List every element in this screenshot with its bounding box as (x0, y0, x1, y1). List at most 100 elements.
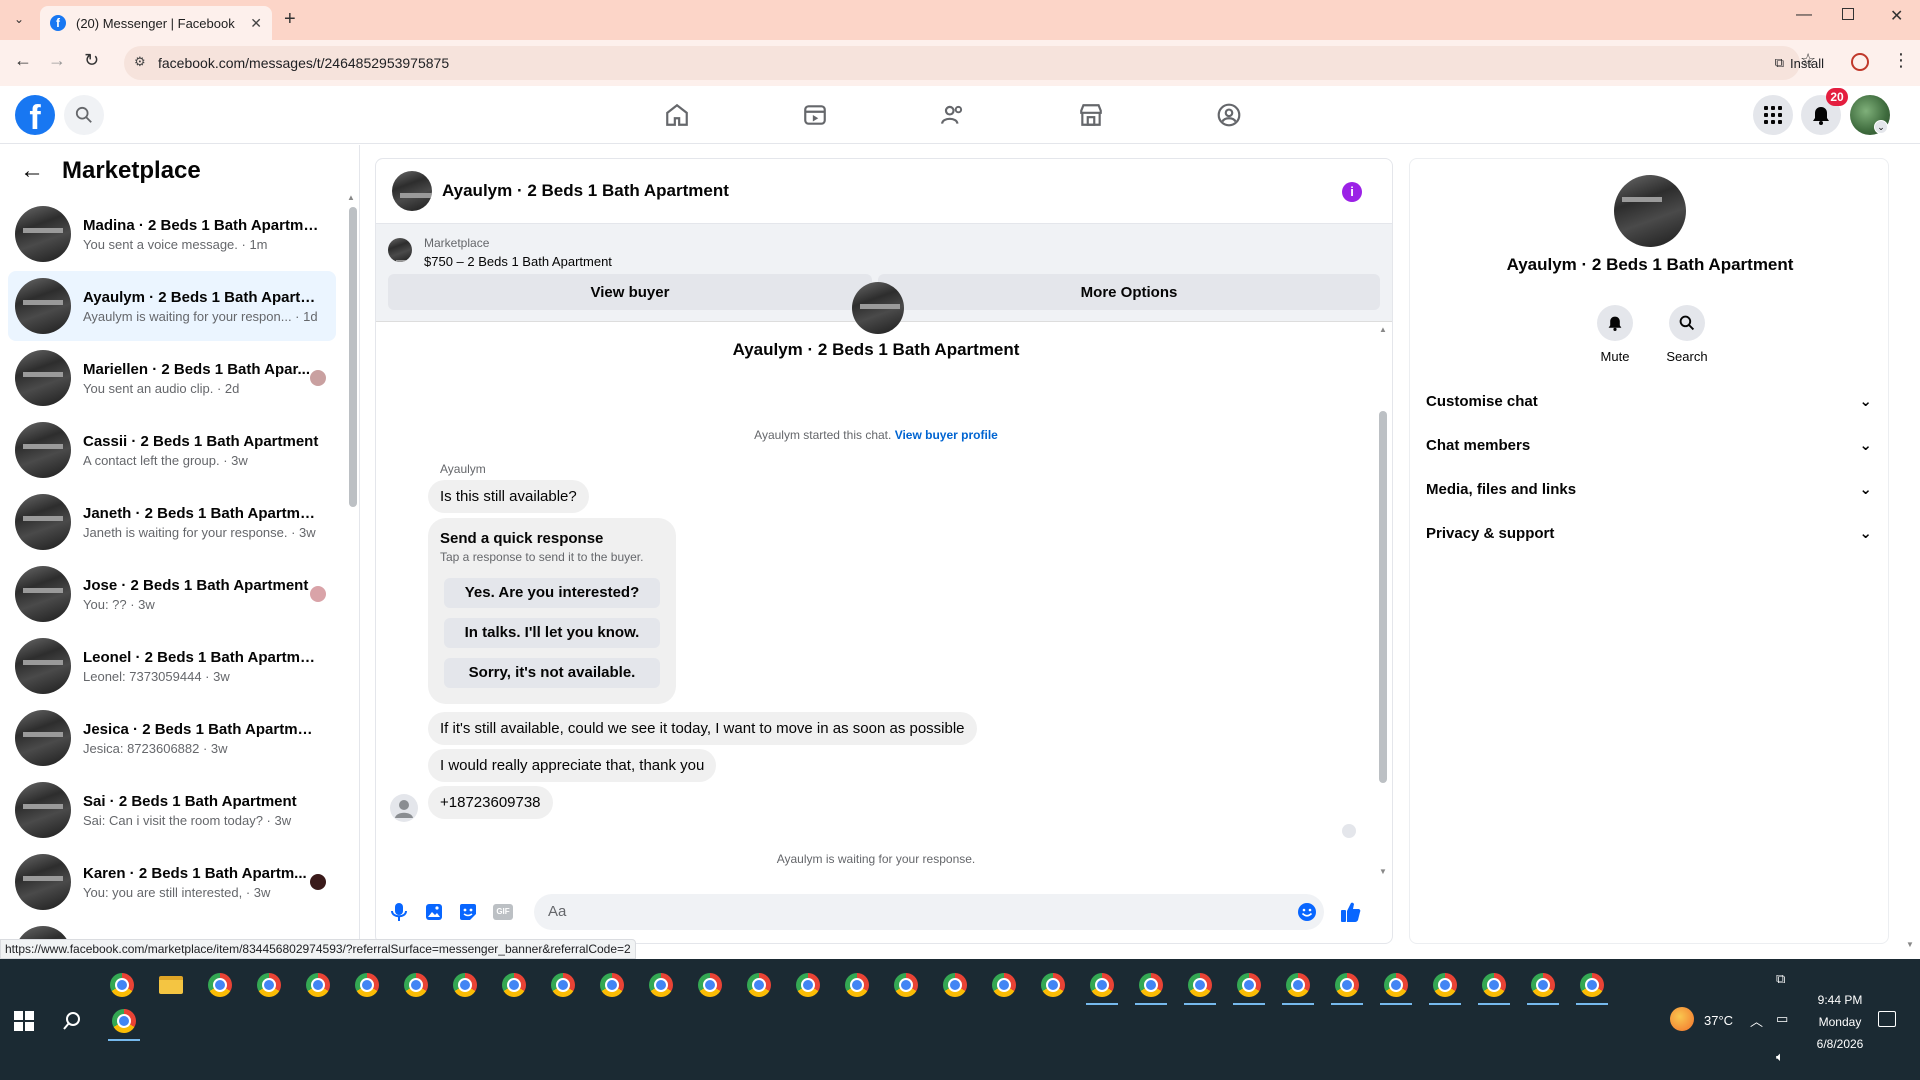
message-bubble[interactable]: +18723609738 (428, 786, 553, 819)
gif-icon[interactable]: GIF (492, 901, 514, 923)
address-bar[interactable]: ⚙ facebook.com/messages/t/24648529539758… (124, 46, 1800, 80)
chrome-window-icon[interactable] (1035, 967, 1071, 1003)
chrome-window-icon[interactable] (398, 967, 434, 1003)
message-bubble[interactable]: I would really appreciate that, thank yo… (428, 749, 717, 782)
profile-icon[interactable] (1851, 53, 1869, 71)
quick-reply-yes-button[interactable]: Yes. Are you interested? (444, 578, 660, 608)
tray-chevron-icon[interactable]: ︿ (1750, 1011, 1763, 1030)
fb-search-button[interactable] (64, 95, 104, 135)
browser-menu-icon[interactable]: ⋮ (1892, 50, 1910, 71)
chat-scroll-down-icon[interactable]: ▼ (1379, 867, 1387, 876)
chrome-window-icon[interactable] (545, 967, 581, 1003)
chrome-window-icon[interactable] (1084, 967, 1120, 1005)
chrome-window-icon[interactable] (1133, 967, 1169, 1005)
more-options-button[interactable]: More Options (878, 274, 1380, 310)
minimize-icon[interactable]: — (1796, 6, 1812, 24)
conversation-item[interactable]: Sai · 2 Beds 1 Bath Apartment Sai: Can i … (8, 775, 336, 845)
file-explorer-icon[interactable] (153, 967, 189, 1003)
conversation-item[interactable]: Mariellen · 2 Beds 1 Bath Apar... You sen… (8, 343, 336, 413)
chrome-window-icon[interactable] (839, 967, 875, 1003)
chrome-window-icon[interactable] (937, 967, 973, 1003)
windows-start-icon[interactable] (14, 1011, 34, 1031)
chrome-window-icon[interactable] (349, 967, 385, 1003)
nav-home[interactable] (662, 100, 692, 130)
conversation-item[interactable]: Jesica · 2 Beds 1 Bath Apartment Jesica: … (8, 703, 336, 773)
chrome-window-icon[interactable] (1329, 967, 1365, 1005)
new-tab-icon[interactable]: + (284, 8, 296, 31)
chrome-window-icon[interactable] (888, 967, 924, 1003)
site-info-icon[interactable]: ⚙ (134, 54, 146, 70)
quick-reply-not-available-button[interactable]: Sorry, it's not available. (444, 658, 660, 688)
chrome-window-icon[interactable] (1231, 967, 1267, 1005)
taskbar-chrome-pinned-icon[interactable] (106, 1003, 142, 1041)
chat-scrollbar[interactable] (1379, 411, 1387, 783)
chrome-window-icon[interactable] (1525, 967, 1561, 1005)
chrome-window-icon[interactable] (251, 967, 287, 1003)
conversation-item[interactable]: Janeth · 2 Beds 1 Bath Apartment Janeth i… (8, 487, 336, 557)
taskbar-search-icon[interactable] (62, 1011, 82, 1031)
tab-search-icon[interactable]: ⌄ (10, 12, 28, 30)
volume-icon[interactable]: 🔈︎ (1776, 1049, 1784, 1065)
chrome-window-icon[interactable] (202, 967, 238, 1003)
notification-center-icon[interactable] (1878, 1011, 1896, 1027)
weather-icon[interactable] (1670, 1007, 1694, 1031)
quick-reply-in-talks-button[interactable]: In talks. I'll let you know. (444, 618, 660, 648)
tray-device-icon[interactable]: ⧉ (1776, 971, 1785, 987)
sidebar-scrollbar[interactable] (349, 207, 357, 507)
search-in-chat-button[interactable]: Search (1652, 305, 1722, 364)
chrome-window-icon[interactable] (1574, 967, 1610, 1005)
chat-avatar[interactable] (392, 171, 432, 211)
message-input[interactable]: Aa (534, 894, 1324, 930)
chrome-window-icon[interactable] (1280, 967, 1316, 1005)
menu-button[interactable] (1753, 95, 1793, 135)
info-icon[interactable]: i (1342, 182, 1362, 202)
chrome-window-icon[interactable] (1476, 967, 1512, 1005)
microphone-icon[interactable] (388, 901, 410, 923)
chrome-window-icon[interactable] (1378, 967, 1414, 1005)
window-close-icon[interactable]: ✕ (1890, 6, 1903, 26)
nav-video[interactable] (800, 100, 830, 130)
back-arrow-icon[interactable]: ← (20, 157, 44, 185)
chrome-window-icon[interactable] (594, 967, 630, 1003)
media-files-links-section[interactable]: Media, files and links ⌄ (1426, 469, 1872, 509)
restore-icon[interactable] (1842, 8, 1854, 20)
chrome-window-icon[interactable] (496, 967, 532, 1003)
reload-icon[interactable]: ↻ (84, 50, 99, 71)
conversation-item[interactable]: Cassii · 2 Beds 1 Bath Apartment A contac… (8, 415, 336, 485)
chrome-window-icon[interactable] (447, 967, 483, 1003)
chrome-window-icon[interactable] (741, 967, 777, 1003)
chrome-window-icon[interactable] (986, 967, 1022, 1003)
privacy-support-section[interactable]: Privacy & support ⌄ (1426, 513, 1872, 553)
clock[interactable]: 9:44 PM Monday 6/8/2026 (1800, 989, 1880, 1055)
chat-scroll-up-icon[interactable]: ▲ (1379, 325, 1387, 334)
conversation-item[interactable]: Madina · 2 Beds 1 Bath Apartment You sent… (8, 199, 336, 269)
chrome-window-icon[interactable] (692, 967, 728, 1003)
view-buyer-profile-link[interactable]: View buyer profile (895, 428, 998, 442)
conversation-item[interactable]: Karen · 2 Beds 1 Bath Apartm... You: you … (8, 847, 336, 917)
conversation-item[interactable]: Leonel · 2 Beds 1 Bath Apartment Leonel: … (8, 631, 336, 701)
chrome-window-icon[interactable] (104, 967, 140, 1003)
chrome-window-icon[interactable] (300, 967, 336, 1003)
temperature[interactable]: 37°C (1704, 1013, 1733, 1028)
mute-button[interactable]: Mute (1580, 305, 1650, 364)
nav-gaming[interactable] (1214, 100, 1244, 130)
conversation-item[interactable]: Jose · 2 Beds 1 Bath Apartment You: ?? · … (8, 559, 336, 629)
account-chevron-icon[interactable]: ⌄ (1874, 120, 1888, 134)
scroll-up-icon[interactable]: ▲ (347, 193, 355, 202)
chrome-window-icon[interactable] (1182, 967, 1218, 1005)
message-bubble[interactable]: Is this still available? (428, 480, 589, 513)
facebook-logo-icon[interactable]: f (15, 95, 55, 135)
nav-friends[interactable] (938, 100, 968, 130)
photo-icon[interactable] (423, 901, 445, 923)
conversation-item[interactable]: Ayaulym · 2 Beds 1 Bath Apartm... Ayaulym… (8, 271, 336, 341)
chrome-window-icon[interactable] (643, 967, 679, 1003)
browser-tab[interactable]: f (20) Messenger | Facebook ✕ (40, 6, 272, 40)
like-thumb-icon[interactable] (1340, 901, 1362, 923)
listing-price[interactable]: $750 – 2 Beds 1 Bath Apartment (424, 254, 612, 269)
view-buyer-button[interactable]: View buyer (388, 274, 872, 310)
chat-members-section[interactable]: Chat members ⌄ (1426, 425, 1872, 465)
tab-close-icon[interactable]: ✕ (250, 15, 262, 32)
chrome-window-icon[interactable] (1427, 967, 1463, 1005)
sticker-icon[interactable] (457, 901, 479, 923)
sender-avatar-icon[interactable] (390, 794, 418, 822)
